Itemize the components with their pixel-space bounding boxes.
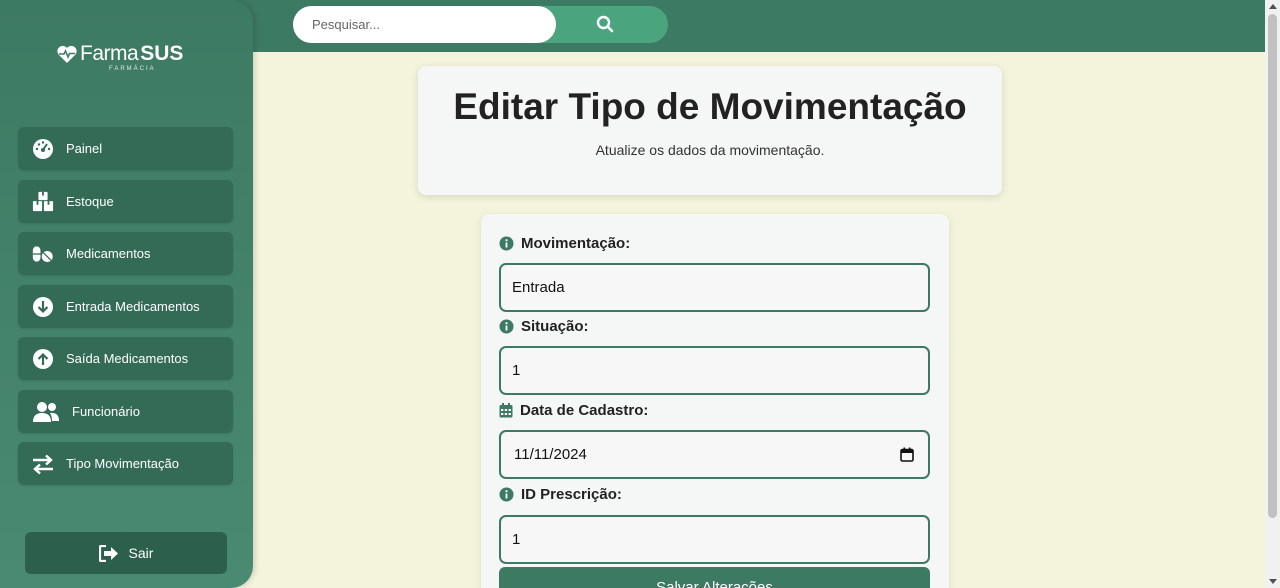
- id-prescricao-input[interactable]: 1: [499, 515, 930, 564]
- scroll-up-arrow-icon[interactable]: [1269, 4, 1277, 9]
- sidebar-item-painel[interactable]: Painel: [18, 127, 233, 170]
- gauge-icon: [32, 138, 54, 160]
- arrow-up-circle-icon: [32, 348, 54, 370]
- data-cadastro-label: Data de Cadastro:: [499, 402, 648, 419]
- search-icon: [596, 15, 614, 33]
- sidebar-item-label: Estoque: [66, 194, 114, 209]
- pills-icon: [32, 243, 54, 265]
- brand-subtitle: FARMÁCIA: [109, 66, 156, 72]
- sidebar-item-tipo-movimentacao[interactable]: Tipo Movimentação: [18, 442, 233, 485]
- info-icon: [499, 236, 514, 251]
- sidebar-item-label: Funcionário: [72, 404, 140, 419]
- sidebar-item-label: Tipo Movimentação: [66, 456, 179, 471]
- scroll-thumb[interactable]: [1268, 14, 1277, 518]
- logout-button[interactable]: Sair: [25, 532, 227, 574]
- search-input[interactable]: [293, 6, 556, 43]
- id-prescricao-label: ID Prescrição:: [499, 486, 622, 503]
- brand-name-light: Farma: [80, 42, 139, 65]
- heart-pulse-icon: [57, 45, 77, 63]
- page-header-card: Editar Tipo de Movimentação Atualize os …: [418, 66, 1002, 195]
- edit-form: Movimentação: Entrada Situação: 1 Data d…: [481, 214, 949, 588]
- calendar-icon: [499, 403, 513, 418]
- sidebar-item-label: Medicamentos: [66, 246, 151, 261]
- page-subtitle: Atualize os dados da movimentação.: [595, 142, 825, 158]
- boxes-icon: [32, 191, 54, 213]
- logo: Farma SUS FARMÁCIA: [56, 42, 196, 78]
- sidebar: Farma SUS FARMÁCIA Painel Estoque Medica…: [0, 0, 253, 588]
- sidebar-item-label: Entrada Medicamentos: [66, 299, 200, 314]
- sidebar-item-estoque[interactable]: Estoque: [18, 180, 233, 223]
- situacao-label: Situação:: [499, 318, 589, 335]
- sidebar-item-label: Painel: [66, 141, 103, 156]
- save-button[interactable]: Salvar Alterações: [499, 567, 930, 588]
- sidebar-item-medicamentos[interactable]: Medicamentos: [18, 232, 233, 275]
- movimentacao-input[interactable]: Entrada: [499, 263, 930, 312]
- scroll-down-arrow-icon[interactable]: [1269, 579, 1277, 584]
- sidebar-item-funcionario[interactable]: Funcionário: [18, 390, 233, 433]
- data-cadastro-input[interactable]: 11/11/2024: [499, 430, 930, 479]
- calendar-picker-icon[interactable]: [900, 447, 914, 462]
- brand-name-bold: SUS: [140, 42, 184, 65]
- users-icon: [32, 401, 60, 423]
- swap-arrows-icon: [32, 453, 54, 475]
- sidebar-item-entrada-medicamentos[interactable]: Entrada Medicamentos: [18, 285, 233, 328]
- search-bar: [293, 6, 668, 43]
- search-button[interactable]: [593, 12, 617, 36]
- sign-out-icon: [98, 544, 118, 562]
- movimentacao-label: Movimentação:: [499, 235, 630, 252]
- situacao-input[interactable]: 1: [499, 346, 930, 395]
- page-title: Editar Tipo de Movimentação: [453, 86, 967, 127]
- info-icon: [499, 319, 514, 334]
- scrollbar[interactable]: [1265, 0, 1280, 588]
- sidebar-item-saida-medicamentos[interactable]: Saída Medicamentos: [18, 337, 233, 380]
- sidebar-item-label: Saída Medicamentos: [66, 351, 189, 366]
- info-icon: [499, 487, 514, 502]
- arrow-down-circle-icon: [32, 296, 54, 318]
- logout-label: Sair: [128, 545, 154, 561]
